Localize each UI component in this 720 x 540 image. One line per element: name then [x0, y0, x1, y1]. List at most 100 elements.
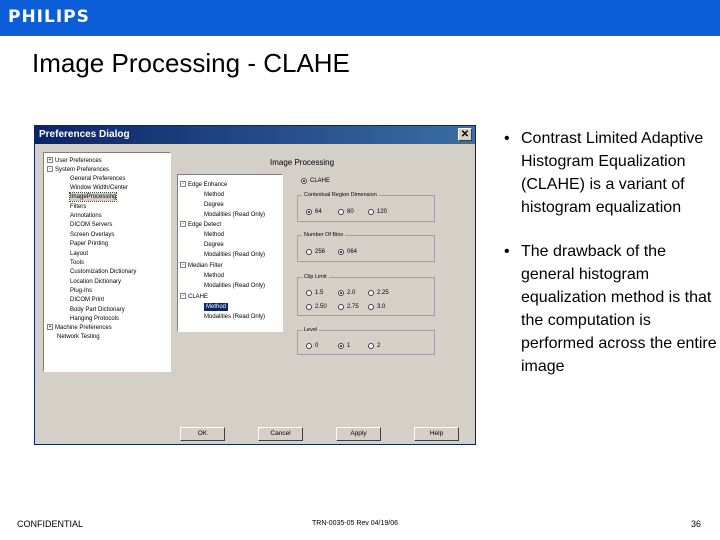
- tree-item[interactable]: DICOM Servers: [70, 221, 112, 229]
- tree-item[interactable]: + Machine Preferences: [47, 324, 112, 332]
- tree-item[interactable]: Filters: [70, 203, 86, 211]
- radio-icon[interactable]: [306, 343, 312, 349]
- group-legend: Contextual Region Dimension: [304, 192, 377, 198]
- tree-item[interactable]: Plug-Ins: [70, 287, 92, 295]
- tree-item[interactable]: Customization Dictionary: [70, 268, 136, 276]
- method-clahe-radio[interactable]: CLAHE: [301, 178, 330, 184]
- tree-item[interactable]: Window Width/Center: [70, 184, 128, 192]
- tree-item[interactable]: General Preferences: [70, 175, 125, 183]
- step-item[interactable]: - Median Filter: [180, 262, 223, 270]
- apply-button[interactable]: Apply: [336, 427, 381, 441]
- tree-item[interactable]: Body Part Dictionary: [70, 306, 125, 314]
- tree-item[interactable]: + User Preferences: [47, 157, 102, 165]
- tree-item[interactable]: Layout: [70, 250, 88, 258]
- level-group: Level 0 1 2: [297, 327, 435, 355]
- contextual-region-group: Contextual Region Dimension 64 80 120: [297, 192, 435, 222]
- radio-icon[interactable]: [306, 209, 312, 215]
- clip-limit-group: Clip Limit 1.5 2.0 2.25 2.50 2.75 3.0: [297, 274, 435, 316]
- bullet-text: The drawback of the general histogram eq…: [521, 243, 717, 375]
- radio-icon[interactable]: [306, 249, 312, 255]
- tree-item[interactable]: Paper Printing: [70, 240, 108, 248]
- step-item[interactable]: Method: [204, 231, 224, 239]
- clip-3-0-radio[interactable]: 3.0: [368, 304, 385, 310]
- radio-icon[interactable]: [301, 178, 307, 184]
- brand-bar: PHILIPS: [0, 0, 720, 36]
- clip-1-5-radio[interactable]: 1.5: [306, 290, 323, 296]
- tree-item[interactable]: Location Dictionary: [70, 278, 121, 286]
- tree-item[interactable]: - System Preferences: [47, 166, 109, 174]
- step-item[interactable]: Method: [204, 191, 224, 199]
- footer-doc-id: TRN-0035-05 Rev 04/19/06: [312, 520, 398, 527]
- step-item[interactable]: Degree: [204, 241, 224, 249]
- bullet-item: • Contrast Limited Adaptive Histogram Eq…: [504, 127, 718, 219]
- step-item[interactable]: - Edge Enhance: [180, 181, 227, 189]
- level-0-radio[interactable]: 0: [306, 343, 318, 349]
- expand-icon[interactable]: +: [47, 157, 53, 164]
- clip-2-50-radio[interactable]: 2.50: [306, 304, 327, 310]
- step-item[interactable]: Method: [204, 272, 224, 280]
- clip-2-0-radio[interactable]: 2.0: [338, 290, 355, 296]
- radio-icon[interactable]: [338, 343, 344, 349]
- slide-title: Image Processing - CLAHE: [32, 48, 350, 78]
- step-item[interactable]: Modalities (Read Only): [204, 282, 265, 290]
- collapse-icon[interactable]: -: [180, 181, 186, 188]
- level-2-radio[interactable]: 2: [368, 343, 380, 349]
- level-1-radio[interactable]: 1: [338, 343, 350, 349]
- tree-item[interactable]: Hanging Protocols: [70, 315, 119, 323]
- group-legend: Number Of Bins: [304, 232, 344, 238]
- tree-item-imageprocessing[interactable]: ImageProcessing: [68, 192, 118, 202]
- panel-title: Image Processing: [270, 158, 335, 167]
- contextual-80-radio[interactable]: 80: [338, 209, 354, 215]
- radio-icon[interactable]: [368, 304, 374, 310]
- number-of-bins-group: Number Of Bins 256 064: [297, 232, 435, 262]
- bullet-list: • Contrast Limited Adaptive Histogram Eq…: [504, 127, 718, 378]
- clip-2-25-radio[interactable]: 2.25: [368, 290, 389, 296]
- ok-button[interactable]: OK: [180, 427, 225, 441]
- step-item[interactable]: Modalities (Read Only): [204, 313, 265, 321]
- close-icon: ✕: [460, 129, 470, 140]
- dialog-title: Preferences Dialog: [39, 129, 130, 140]
- radio-icon[interactable]: [338, 249, 344, 255]
- close-button[interactable]: ✕: [458, 128, 472, 141]
- bins-256-radio[interactable]: 256: [306, 249, 325, 255]
- cancel-button[interactable]: Cancel: [258, 427, 303, 441]
- help-button[interactable]: Help: [414, 427, 459, 441]
- collapse-icon[interactable]: -: [180, 262, 186, 269]
- tree-item[interactable]: Annotations: [70, 212, 102, 220]
- radio-icon[interactable]: [368, 343, 374, 349]
- collapse-icon[interactable]: -: [180, 293, 186, 300]
- preferences-tree[interactable]: + User Preferences - System Preferences Ge…: [43, 152, 171, 372]
- step-item[interactable]: - Edge Detect: [180, 221, 221, 229]
- tree-item[interactable]: Tools: [70, 259, 84, 267]
- collapse-icon[interactable]: -: [180, 221, 186, 228]
- radio-icon[interactable]: [338, 304, 344, 310]
- radio-icon[interactable]: [306, 304, 312, 310]
- tree-item[interactable]: DICOM Print: [70, 296, 104, 304]
- radio-icon[interactable]: [338, 209, 344, 215]
- group-legend: Level: [304, 327, 318, 333]
- collapse-icon[interactable]: -: [47, 166, 53, 173]
- tree-item[interactable]: Network Testing: [57, 333, 100, 341]
- expand-icon[interactable]: +: [47, 324, 53, 331]
- radio-icon[interactable]: [306, 290, 312, 296]
- bins-064-radio[interactable]: 064: [338, 249, 357, 255]
- philips-logo: PHILIPS: [8, 7, 90, 27]
- step-item-clahe-method[interactable]: Method: [204, 303, 229, 311]
- contextual-64-radio[interactable]: 64: [306, 209, 322, 215]
- page-number: 36: [691, 519, 702, 529]
- preferences-dialog: Preferences Dialog ✕ + User Preferences -…: [34, 125, 476, 445]
- tree-item[interactable]: Screen Overlays: [70, 231, 114, 239]
- bullet-text: Contrast Limited Adaptive Histogram Equa…: [521, 130, 704, 216]
- radio-icon[interactable]: [368, 290, 374, 296]
- radio-icon[interactable]: [338, 290, 344, 296]
- step-item[interactable]: Modalities (Read Only): [204, 211, 265, 219]
- clip-2-75-radio[interactable]: 2.75: [338, 304, 359, 310]
- radio-icon[interactable]: [368, 209, 374, 215]
- step-item[interactable]: - CLAHE: [180, 293, 208, 301]
- bullet-item: • The drawback of the general histogram …: [504, 240, 718, 378]
- step-item[interactable]: Modalities (Read Only): [204, 251, 265, 259]
- step-item[interactable]: Degree: [204, 201, 224, 209]
- dialog-titlebar[interactable]: Preferences Dialog ✕: [35, 126, 475, 144]
- contextual-120-radio[interactable]: 120: [368, 209, 387, 215]
- processing-steps-tree[interactable]: - Edge Enhance Method Degree Modalities (…: [177, 174, 283, 332]
